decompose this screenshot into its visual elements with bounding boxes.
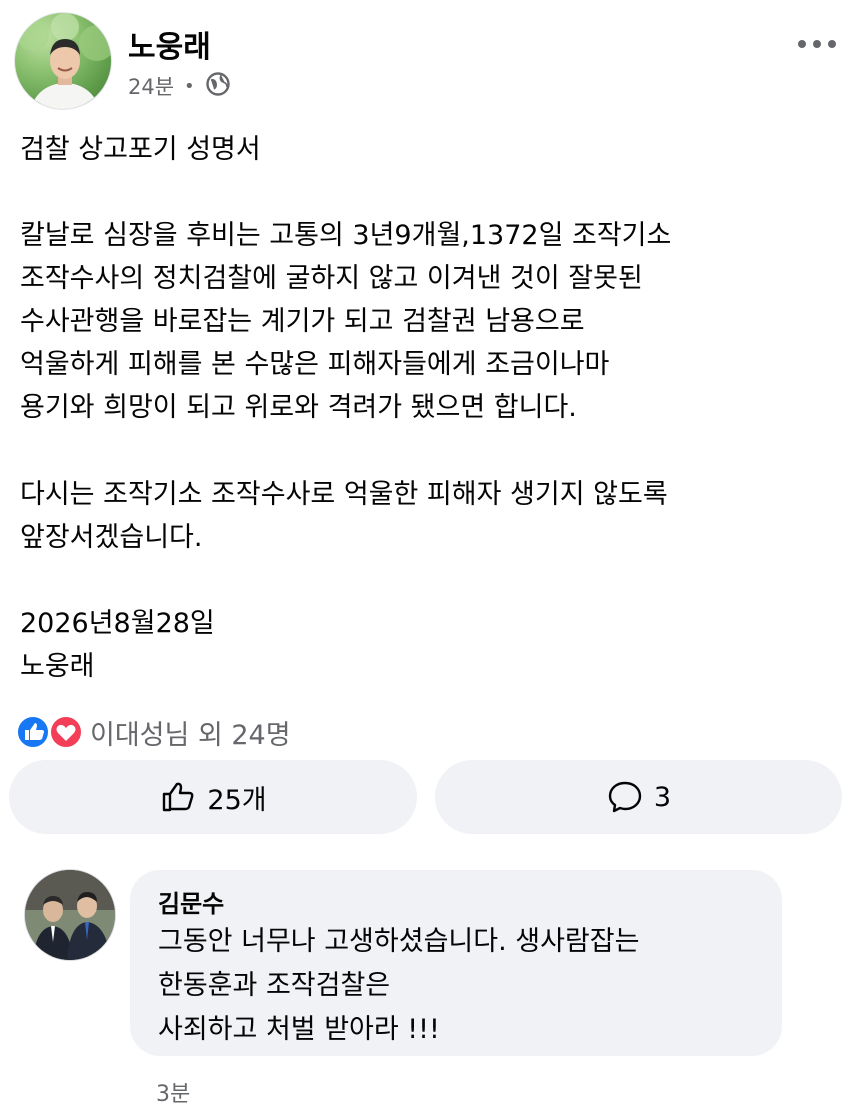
commenter-name[interactable]: 김문수 (158, 884, 224, 919)
post-title: 검찰 상고포기 성명서 (20, 134, 261, 165)
post-signature: 2026년8월28일 노웅래 (20, 608, 215, 682)
meta-separator: • (184, 75, 195, 97)
post-meta: 24분 • (128, 70, 231, 102)
comment-button[interactable]: 3 (435, 760, 842, 834)
comment-bubble-icon (608, 781, 642, 813)
reactions-text[interactable]: 이대성님 외 24명 (90, 713, 291, 752)
author-name[interactable]: 노웅래 (128, 22, 211, 66)
post-paragraph-1: 칼날로 심장을 후비는 고통의 3년9개월,1372일 조작기소 조작수사의 정… (20, 220, 672, 423)
author-avatar[interactable] (14, 12, 112, 110)
post-paragraph-2: 다시는 조작기소 조작수사로 억울한 피해자 생기지 않도록 앞장서겠습니다. (20, 479, 668, 553)
commenter-avatar[interactable] (24, 869, 116, 961)
like-count: 25개 (207, 784, 267, 816)
post-header: 노웅래 24분 • (0, 0, 850, 118)
post-time[interactable]: 24분 (128, 71, 174, 101)
author-photo (17, 13, 111, 109)
globe-icon[interactable] (205, 71, 231, 102)
like-reaction-icon (16, 715, 50, 749)
comment-text: 그동안 너무나 고생하셨습니다. 생사람잡는 한동훈과 조작검찰은 사죄하고 처… (158, 926, 640, 1045)
commenter-photo (25, 870, 115, 960)
like-button[interactable]: 25개 (9, 760, 417, 834)
more-dots-icon (798, 40, 836, 48)
comment-time[interactable]: 3분 (156, 1076, 190, 1108)
comment-bubble: 김문수 그동안 너무나 고생하셨습니다. 생사람잡는 한동훈과 조작검찰은 사죄… (130, 870, 782, 1056)
comment-count: 3 (653, 781, 672, 813)
reaction-icons (16, 714, 86, 750)
more-options-button[interactable] (794, 30, 840, 58)
thumbs-up-icon (163, 782, 194, 812)
love-reaction-icon (49, 715, 83, 749)
reactions-summary[interactable]: 이대성님 외 24명 (16, 710, 291, 754)
